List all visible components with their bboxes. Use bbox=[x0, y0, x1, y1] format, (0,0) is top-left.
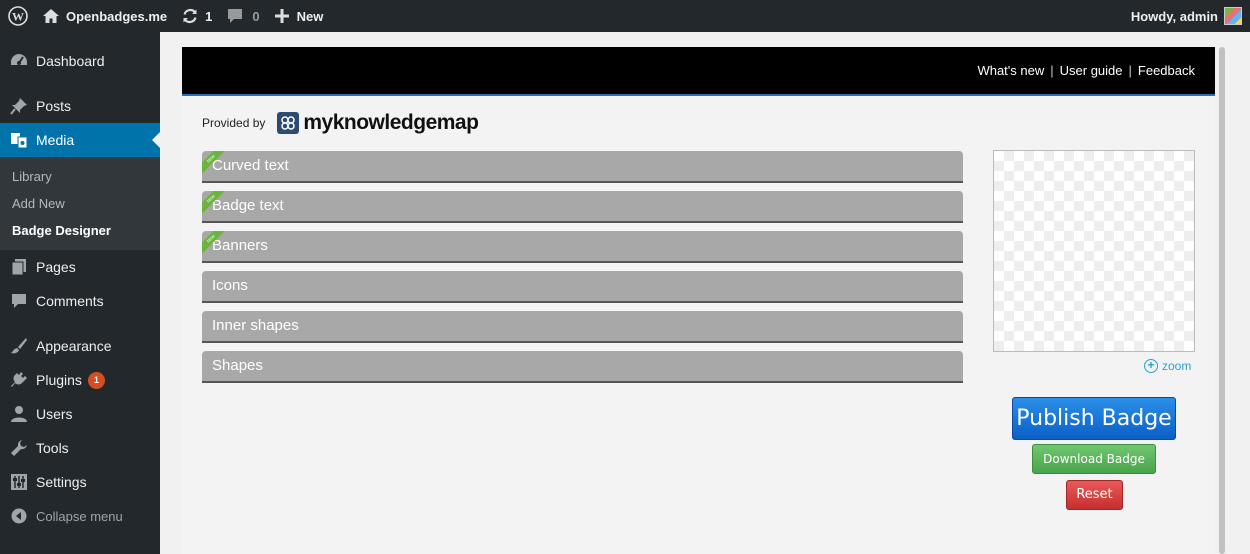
section-label: Badge text bbox=[212, 197, 284, 214]
user-icon bbox=[10, 405, 28, 423]
section-icons[interactable]: Icons bbox=[202, 271, 963, 303]
sidebar-item-posts[interactable]: Posts bbox=[0, 89, 160, 123]
badge-preview-canvas[interactable] bbox=[993, 150, 1195, 352]
sidebar-item-label: Pages bbox=[36, 259, 76, 275]
pin-icon bbox=[10, 97, 28, 115]
page-icon bbox=[10, 258, 28, 276]
site-name-link[interactable]: Openbadges.me bbox=[35, 0, 174, 32]
myknowledgemap-logo[interactable]: myknowledgemap bbox=[277, 111, 479, 135]
logo-mark-icon bbox=[277, 112, 300, 134]
settings-icon bbox=[10, 473, 28, 491]
sidebar-item-label: Media bbox=[36, 132, 75, 148]
badge-designer-panel: What's new | User guide | Feedback Provi… bbox=[182, 47, 1215, 554]
wrench-icon bbox=[10, 439, 28, 457]
section-curved-text[interactable]: NEW Curved text bbox=[202, 151, 963, 183]
zoom-button[interactable]: + zoom bbox=[1144, 359, 1191, 373]
new-label: New bbox=[296, 8, 324, 24]
section-label: Shapes bbox=[212, 357, 263, 374]
submenu-item-library[interactable]: Library bbox=[0, 163, 160, 190]
svg-text:W: W bbox=[12, 10, 24, 24]
plugin-icon bbox=[10, 371, 28, 389]
sidebar-item-label: Comments bbox=[36, 293, 104, 309]
scrollbar[interactable] bbox=[1217, 47, 1227, 554]
wordpress-icon: W bbox=[8, 6, 28, 26]
section-label: Icons bbox=[212, 277, 248, 294]
collapse-label: Collapse menu bbox=[36, 508, 123, 524]
scrollbar-thumb[interactable] bbox=[1219, 47, 1225, 554]
sidebar-item-label: Appearance bbox=[36, 338, 112, 354]
section-label: Banners bbox=[212, 237, 268, 254]
site-name: Openbadges.me bbox=[66, 8, 168, 24]
comments-count: 0 bbox=[252, 8, 260, 24]
home-icon bbox=[43, 9, 59, 23]
comments-link[interactable]: 0 bbox=[219, 0, 266, 32]
provided-by: Provided by myknowledgemap bbox=[202, 111, 479, 135]
updates-count: 1 bbox=[205, 8, 213, 24]
reset-button[interactable]: Reset bbox=[1066, 480, 1123, 510]
zoom-label: zoom bbox=[1162, 359, 1192, 373]
publish-badge-button[interactable]: Publish Badge bbox=[1012, 397, 1176, 440]
updates-link[interactable]: 1 bbox=[174, 0, 219, 32]
section-shapes[interactable]: Shapes bbox=[202, 351, 963, 383]
collapse-menu-button[interactable]: Collapse menu bbox=[0, 499, 160, 533]
sidebar-item-tools[interactable]: Tools bbox=[0, 431, 160, 465]
avatar bbox=[1224, 7, 1242, 25]
sidebar-item-label: Settings bbox=[36, 474, 87, 490]
sidebar-item-plugins[interactable]: Plugins 1 bbox=[0, 363, 160, 397]
feedback-link[interactable]: Feedback bbox=[1138, 63, 1195, 78]
zoom-plus-icon: + bbox=[1144, 359, 1158, 373]
link-separator: | bbox=[1128, 63, 1132, 78]
sidebar-item-pages[interactable]: Pages bbox=[0, 250, 160, 284]
sidebar-item-settings[interactable]: Settings bbox=[0, 465, 160, 499]
whats-new-link[interactable]: What's new bbox=[977, 63, 1044, 78]
sidebar-item-label: Posts bbox=[36, 98, 72, 114]
section-badge-text[interactable]: NEW Badge text bbox=[202, 191, 963, 223]
refresh-icon bbox=[183, 8, 197, 24]
section-label: Curved text bbox=[212, 157, 289, 174]
sidebar-item-label: Plugins bbox=[36, 372, 82, 388]
brush-icon bbox=[10, 337, 28, 355]
section-banners[interactable]: NEW Banners bbox=[202, 231, 963, 263]
section-inner-shapes[interactable]: Inner shapes bbox=[202, 311, 963, 343]
sidebar-item-comments[interactable]: Comments bbox=[0, 284, 160, 318]
dashboard-icon bbox=[10, 52, 28, 70]
provided-by-label: Provided by bbox=[202, 116, 266, 130]
plugins-update-badge: 1 bbox=[87, 371, 105, 389]
comment-icon bbox=[10, 292, 28, 310]
download-badge-button[interactable]: Download Badge bbox=[1032, 444, 1156, 474]
sidebar-item-label: Dashboard bbox=[36, 53, 105, 69]
collapse-icon bbox=[10, 507, 28, 525]
sidebar-item-media[interactable]: Media bbox=[0, 123, 160, 157]
admin-bar: W Openbadges.me 1 0 New Howdy, admin bbox=[0, 0, 1250, 32]
wordpress-logo-button[interactable]: W bbox=[0, 0, 35, 32]
media-submenu: Library Add New Badge Designer bbox=[0, 157, 160, 250]
comment-icon bbox=[228, 9, 243, 23]
new-content-link[interactable]: New bbox=[267, 0, 331, 32]
designer-top-bar: What's new | User guide | Feedback bbox=[182, 47, 1215, 96]
my-account-link[interactable]: Howdy, admin bbox=[1131, 7, 1250, 25]
howdy-text: Howdy, admin bbox=[1130, 8, 1218, 24]
user-guide-link[interactable]: User guide bbox=[1060, 63, 1123, 78]
section-label: Inner shapes bbox=[212, 317, 299, 334]
admin-sidebar: Dashboard Posts Media Library Add New Ba… bbox=[0, 32, 160, 554]
link-separator: | bbox=[1050, 63, 1054, 78]
submenu-item-add-new[interactable]: Add New bbox=[0, 190, 160, 217]
sidebar-item-label: Tools bbox=[36, 440, 69, 456]
sidebar-item-appearance[interactable]: Appearance bbox=[0, 329, 160, 363]
submenu-item-badge-designer[interactable]: Badge Designer bbox=[0, 217, 160, 244]
logo-text: myknowledgemap bbox=[303, 111, 479, 134]
sidebar-item-users[interactable]: Users bbox=[0, 397, 160, 431]
sidebar-item-label: Users bbox=[36, 406, 73, 422]
plus-icon bbox=[274, 9, 289, 23]
sidebar-item-dashboard[interactable]: Dashboard bbox=[0, 44, 160, 78]
media-icon bbox=[10, 131, 28, 149]
